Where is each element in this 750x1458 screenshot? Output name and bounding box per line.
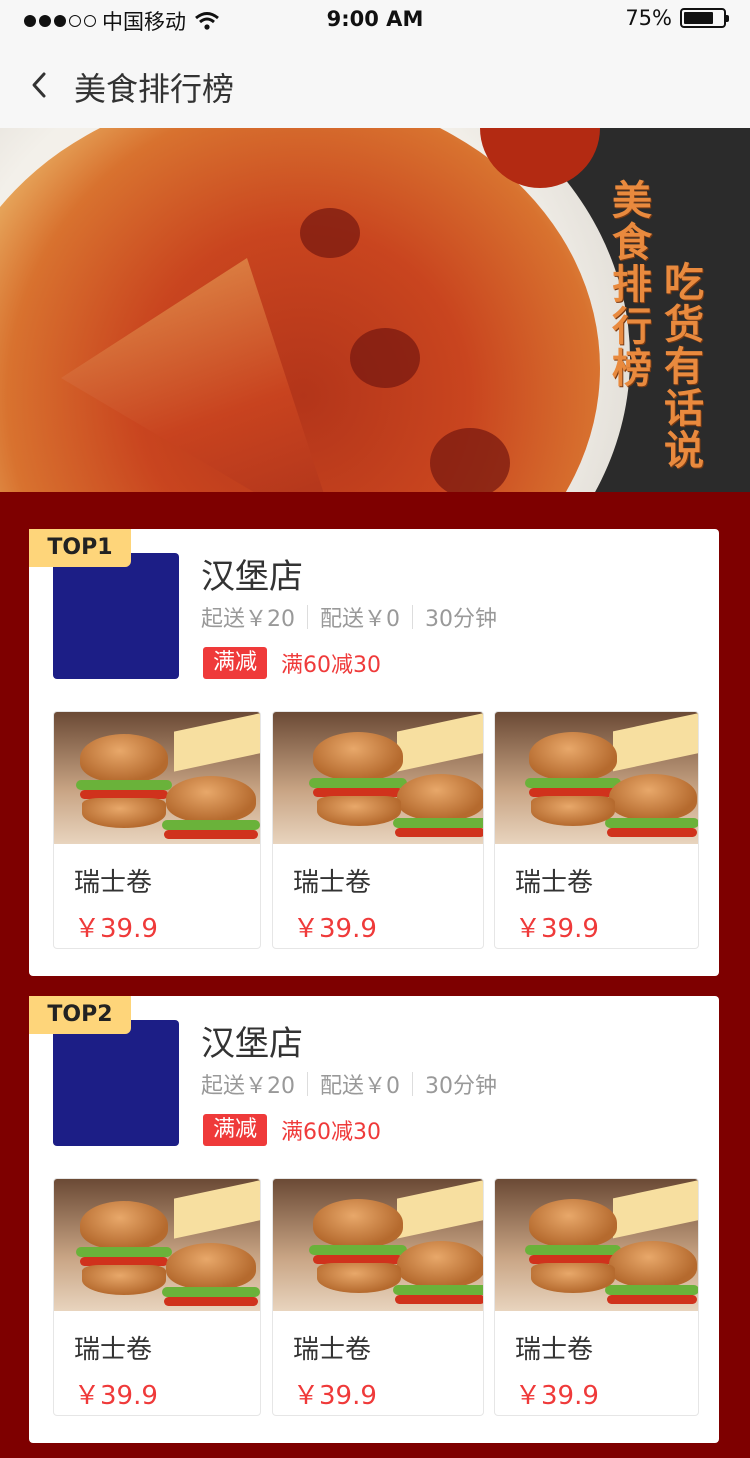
page-title: 美食排行榜 — [74, 70, 235, 108]
product-price: ￥39.9 — [74, 1381, 158, 1411]
shop-logo — [53, 553, 179, 679]
battery-info: 75% — [625, 6, 729, 30]
product-image — [495, 1179, 698, 1311]
promo-text: 满60减30 — [281, 1120, 382, 1145]
rank-tag: TOP1 — [29, 529, 131, 567]
product-card[interactable]: 瑞士卷 ￥39.9 — [494, 1178, 699, 1416]
delivery-time: 30分钟 — [425, 1074, 497, 1099]
divider — [412, 605, 413, 629]
product-price: ￥39.9 — [293, 914, 377, 944]
banner-title: 美食排行榜 — [612, 178, 652, 392]
shop-meta: 起送￥20 配送￥0 30分钟 — [201, 1068, 497, 1100]
shop-card[interactable]: TOP1 汉堡店 起送￥20 配送￥0 30分钟 满减 满60减30 瑞士卷 ￥… — [29, 529, 719, 976]
delivery-time: 30分钟 — [425, 607, 497, 632]
product-card[interactable]: 瑞士卷 ￥39.9 — [53, 711, 261, 949]
divider — [307, 1072, 308, 1096]
product-name: 瑞士卷 — [293, 868, 372, 898]
hero-banner: 美食排行榜 吃货有话说 — [0, 128, 750, 492]
rank-tag: TOP2 — [29, 996, 131, 1034]
nav-bar: 美食排行榜 — [0, 40, 750, 128]
product-name: 瑞士卷 — [515, 1335, 594, 1365]
chevron-left-icon[interactable] — [26, 68, 56, 102]
product-name: 瑞士卷 — [293, 1335, 372, 1365]
battery-percent: 75% — [625, 6, 672, 30]
shop-name: 汉堡店 — [201, 557, 303, 597]
min-order: 起送￥20 — [201, 607, 295, 632]
divider — [412, 1072, 413, 1096]
promo-badge: 满减 — [203, 647, 268, 679]
promo-row: 满减 满60减30 — [203, 1114, 381, 1146]
shop-name: 汉堡店 — [201, 1024, 303, 1064]
product-price: ￥39.9 — [74, 914, 158, 944]
product-price: ￥39.9 — [515, 914, 599, 944]
delivery-fee: 配送￥0 — [320, 607, 400, 632]
product-card[interactable]: 瑞士卷 ￥39.9 — [272, 711, 484, 949]
product-price: ￥39.9 — [515, 1381, 599, 1411]
status-bar: 中国移动 9:00 AM 75% — [0, 0, 750, 40]
promo-row: 满减 满60减30 — [203, 647, 381, 679]
product-image — [54, 1179, 260, 1311]
promo-badge: 满减 — [203, 1114, 268, 1146]
min-order: 起送￥20 — [201, 1074, 295, 1099]
battery-icon — [680, 8, 729, 28]
product-name: 瑞士卷 — [515, 868, 594, 898]
product-card[interactable]: 瑞士卷 ￥39.9 — [272, 1178, 484, 1416]
product-image — [495, 712, 698, 844]
product-card[interactable]: 瑞士卷 ￥39.9 — [53, 1178, 261, 1416]
promo-text: 满60减30 — [281, 653, 382, 678]
shop-card[interactable]: TOP2 汉堡店 起送￥20 配送￥0 30分钟 满减 满60减30 瑞士卷 ￥… — [29, 996, 719, 1443]
product-card[interactable]: 瑞士卷 ￥39.9 — [494, 711, 699, 949]
product-name: 瑞士卷 — [74, 1335, 153, 1365]
shop-meta: 起送￥20 配送￥0 30分钟 — [201, 601, 497, 633]
delivery-fee: 配送￥0 — [320, 1074, 400, 1099]
shop-logo — [53, 1020, 179, 1146]
divider — [307, 605, 308, 629]
product-image — [273, 712, 483, 844]
product-image — [54, 712, 260, 844]
banner-subtitle: 吃货有话说 — [664, 260, 704, 474]
product-image — [273, 1179, 483, 1311]
product-name: 瑞士卷 — [74, 868, 153, 898]
product-price: ￥39.9 — [293, 1381, 377, 1411]
